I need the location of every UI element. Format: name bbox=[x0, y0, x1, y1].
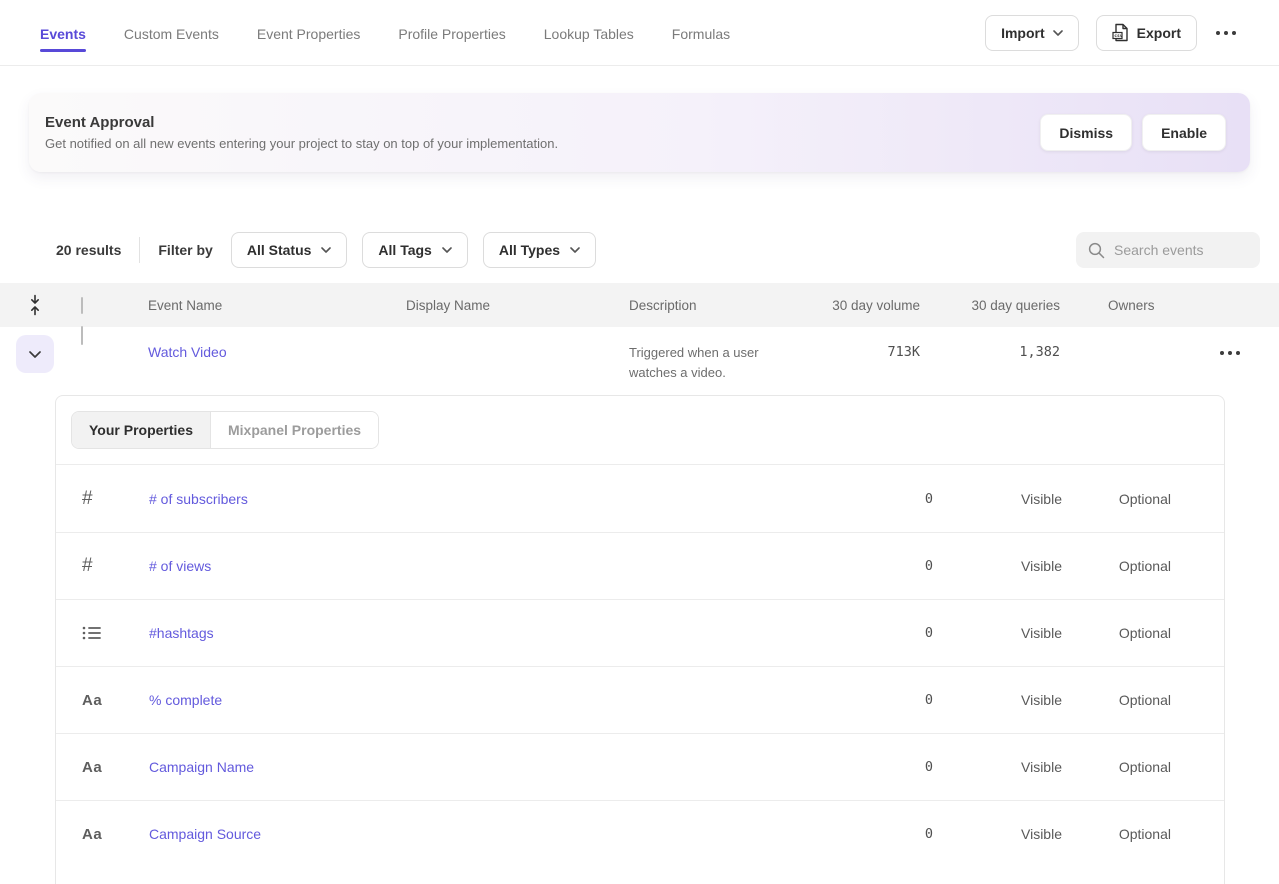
tab-profile-properties[interactable]: Profile Properties bbox=[398, 2, 505, 64]
collapse-all-icon[interactable] bbox=[28, 294, 42, 316]
types-filter-dropdown[interactable]: All Types bbox=[483, 232, 596, 268]
select-all-checkbox[interactable] bbox=[81, 297, 83, 314]
property-visibility[interactable]: Visible bbox=[933, 692, 1062, 708]
number-type-icon: # bbox=[56, 555, 149, 577]
tab-events[interactable]: Events bbox=[40, 2, 86, 64]
text-type-icon: Aa bbox=[56, 692, 149, 709]
property-name-link[interactable]: #hashtags bbox=[149, 625, 853, 641]
event-name-link[interactable]: Watch Video bbox=[148, 344, 227, 360]
divider bbox=[139, 237, 140, 263]
top-navigation: Events Custom Events Event Properties Pr… bbox=[0, 0, 1279, 66]
property-row: #hashtags 0 Visible Optional bbox=[56, 599, 1224, 666]
svg-text:csv: csv bbox=[1114, 34, 1123, 39]
export-label: Export bbox=[1137, 25, 1181, 41]
filter-toolbar: 20 results Filter by All Status All Tags… bbox=[56, 232, 1260, 268]
chevron-down-icon bbox=[29, 351, 41, 358]
property-row: Aa Campaign Source 0 Visible Optional bbox=[56, 800, 1224, 867]
volume-cell: 713K bbox=[820, 344, 920, 360]
property-requirement[interactable]: Optional bbox=[1062, 826, 1171, 842]
header-display-name[interactable]: Display Name bbox=[406, 298, 629, 313]
search-icon bbox=[1088, 242, 1105, 259]
property-name-link[interactable]: # of views bbox=[149, 558, 853, 574]
queries-cell: 1,382 bbox=[920, 344, 1060, 360]
tab-formulas[interactable]: Formulas bbox=[672, 2, 730, 64]
property-row: Aa % complete 0 Visible Optional bbox=[56, 666, 1224, 733]
tab-your-properties[interactable]: Your Properties bbox=[72, 412, 211, 448]
property-requirement[interactable]: Optional bbox=[1062, 759, 1171, 775]
nav-more-icon[interactable] bbox=[1214, 25, 1238, 41]
banner-description: Get notified on all new events entering … bbox=[45, 136, 558, 151]
status-filter-value: All Status bbox=[247, 242, 312, 258]
description-cell: Triggered when a user watches a video. bbox=[629, 343, 789, 383]
results-count: 20 results bbox=[56, 242, 121, 258]
status-filter-dropdown[interactable]: All Status bbox=[231, 232, 348, 268]
banner-title: Event Approval bbox=[45, 114, 558, 131]
property-row: Aa Campaign Name 0 Visible Optional bbox=[56, 733, 1224, 800]
properties-tabbar: Your Properties Mixpanel Properties bbox=[56, 396, 1224, 465]
property-visibility[interactable]: Visible bbox=[933, 558, 1062, 574]
search-input[interactable] bbox=[1114, 242, 1248, 258]
types-filter-value: All Types bbox=[499, 242, 560, 258]
property-queries: 0 bbox=[853, 826, 933, 842]
property-name-link[interactable]: Campaign Source bbox=[149, 826, 853, 842]
property-visibility[interactable]: Visible bbox=[933, 491, 1062, 507]
property-name-link[interactable]: Campaign Name bbox=[149, 759, 853, 775]
row-more-icon[interactable] bbox=[1218, 345, 1242, 361]
lexicon-tabs: Events Custom Events Event Properties Pr… bbox=[40, 2, 730, 64]
text-type-icon: Aa bbox=[56, 826, 149, 843]
property-requirement[interactable]: Optional bbox=[1062, 625, 1171, 641]
filter-by-label: Filter by bbox=[158, 242, 212, 258]
events-table-header: Event Name Display Name Description 30 d… bbox=[0, 283, 1279, 327]
number-type-icon: # bbox=[56, 488, 149, 510]
header-description[interactable]: Description bbox=[629, 298, 820, 313]
property-requirement[interactable]: Optional bbox=[1062, 558, 1171, 574]
row-checkbox[interactable] bbox=[81, 326, 83, 345]
csv-file-icon: csv bbox=[1112, 23, 1129, 42]
chevron-down-icon bbox=[1053, 30, 1063, 36]
tab-custom-events[interactable]: Custom Events bbox=[124, 2, 219, 64]
event-row-watch-video: Watch Video Triggered when a user watche… bbox=[0, 327, 1279, 383]
property-queries: 0 bbox=[853, 625, 933, 641]
property-visibility[interactable]: Visible bbox=[933, 625, 1062, 641]
property-row: # # of views 0 Visible Optional bbox=[56, 532, 1224, 599]
import-label: Import bbox=[1001, 25, 1045, 41]
property-requirement[interactable]: Optional bbox=[1062, 692, 1171, 708]
tags-filter-value: All Tags bbox=[378, 242, 431, 258]
text-type-icon: Aa bbox=[56, 759, 149, 776]
header-queries[interactable]: 30 day queries bbox=[920, 298, 1060, 313]
header-event-name[interactable]: Event Name bbox=[112, 298, 406, 313]
property-queries: 0 bbox=[853, 491, 933, 507]
tab-lookup-tables[interactable]: Lookup Tables bbox=[544, 2, 634, 64]
property-queries: 0 bbox=[853, 759, 933, 775]
chevron-down-icon bbox=[442, 247, 452, 253]
property-name-link[interactable]: # of subscribers bbox=[149, 491, 853, 507]
property-name-link[interactable]: % complete bbox=[149, 692, 853, 708]
property-requirement[interactable]: Optional bbox=[1062, 491, 1171, 507]
import-button[interactable]: Import bbox=[985, 15, 1079, 51]
tab-mixpanel-properties[interactable]: Mixpanel Properties bbox=[211, 412, 378, 448]
search-box bbox=[1076, 232, 1260, 268]
event-approval-banner: Event Approval Get notified on all new e… bbox=[29, 93, 1250, 172]
chevron-down-icon bbox=[321, 247, 331, 253]
collapse-row-button[interactable] bbox=[16, 335, 54, 373]
tags-filter-dropdown[interactable]: All Tags bbox=[362, 232, 467, 268]
header-volume[interactable]: 30 day volume bbox=[820, 298, 920, 313]
list-type-icon bbox=[56, 625, 149, 641]
property-row: # # of subscribers 0 Visible Optional bbox=[56, 465, 1224, 532]
export-button[interactable]: csv Export bbox=[1096, 15, 1197, 51]
property-visibility[interactable]: Visible bbox=[933, 826, 1062, 842]
property-visibility[interactable]: Visible bbox=[933, 759, 1062, 775]
dismiss-button[interactable]: Dismiss bbox=[1040, 114, 1132, 151]
tab-event-properties[interactable]: Event Properties bbox=[257, 2, 361, 64]
chevron-down-icon bbox=[570, 247, 580, 253]
property-queries: 0 bbox=[853, 692, 933, 708]
event-properties-panel: Your Properties Mixpanel Properties # # … bbox=[55, 395, 1225, 884]
property-queries: 0 bbox=[853, 558, 933, 574]
enable-button[interactable]: Enable bbox=[1142, 114, 1226, 151]
header-owners[interactable]: Owners bbox=[1060, 298, 1180, 313]
